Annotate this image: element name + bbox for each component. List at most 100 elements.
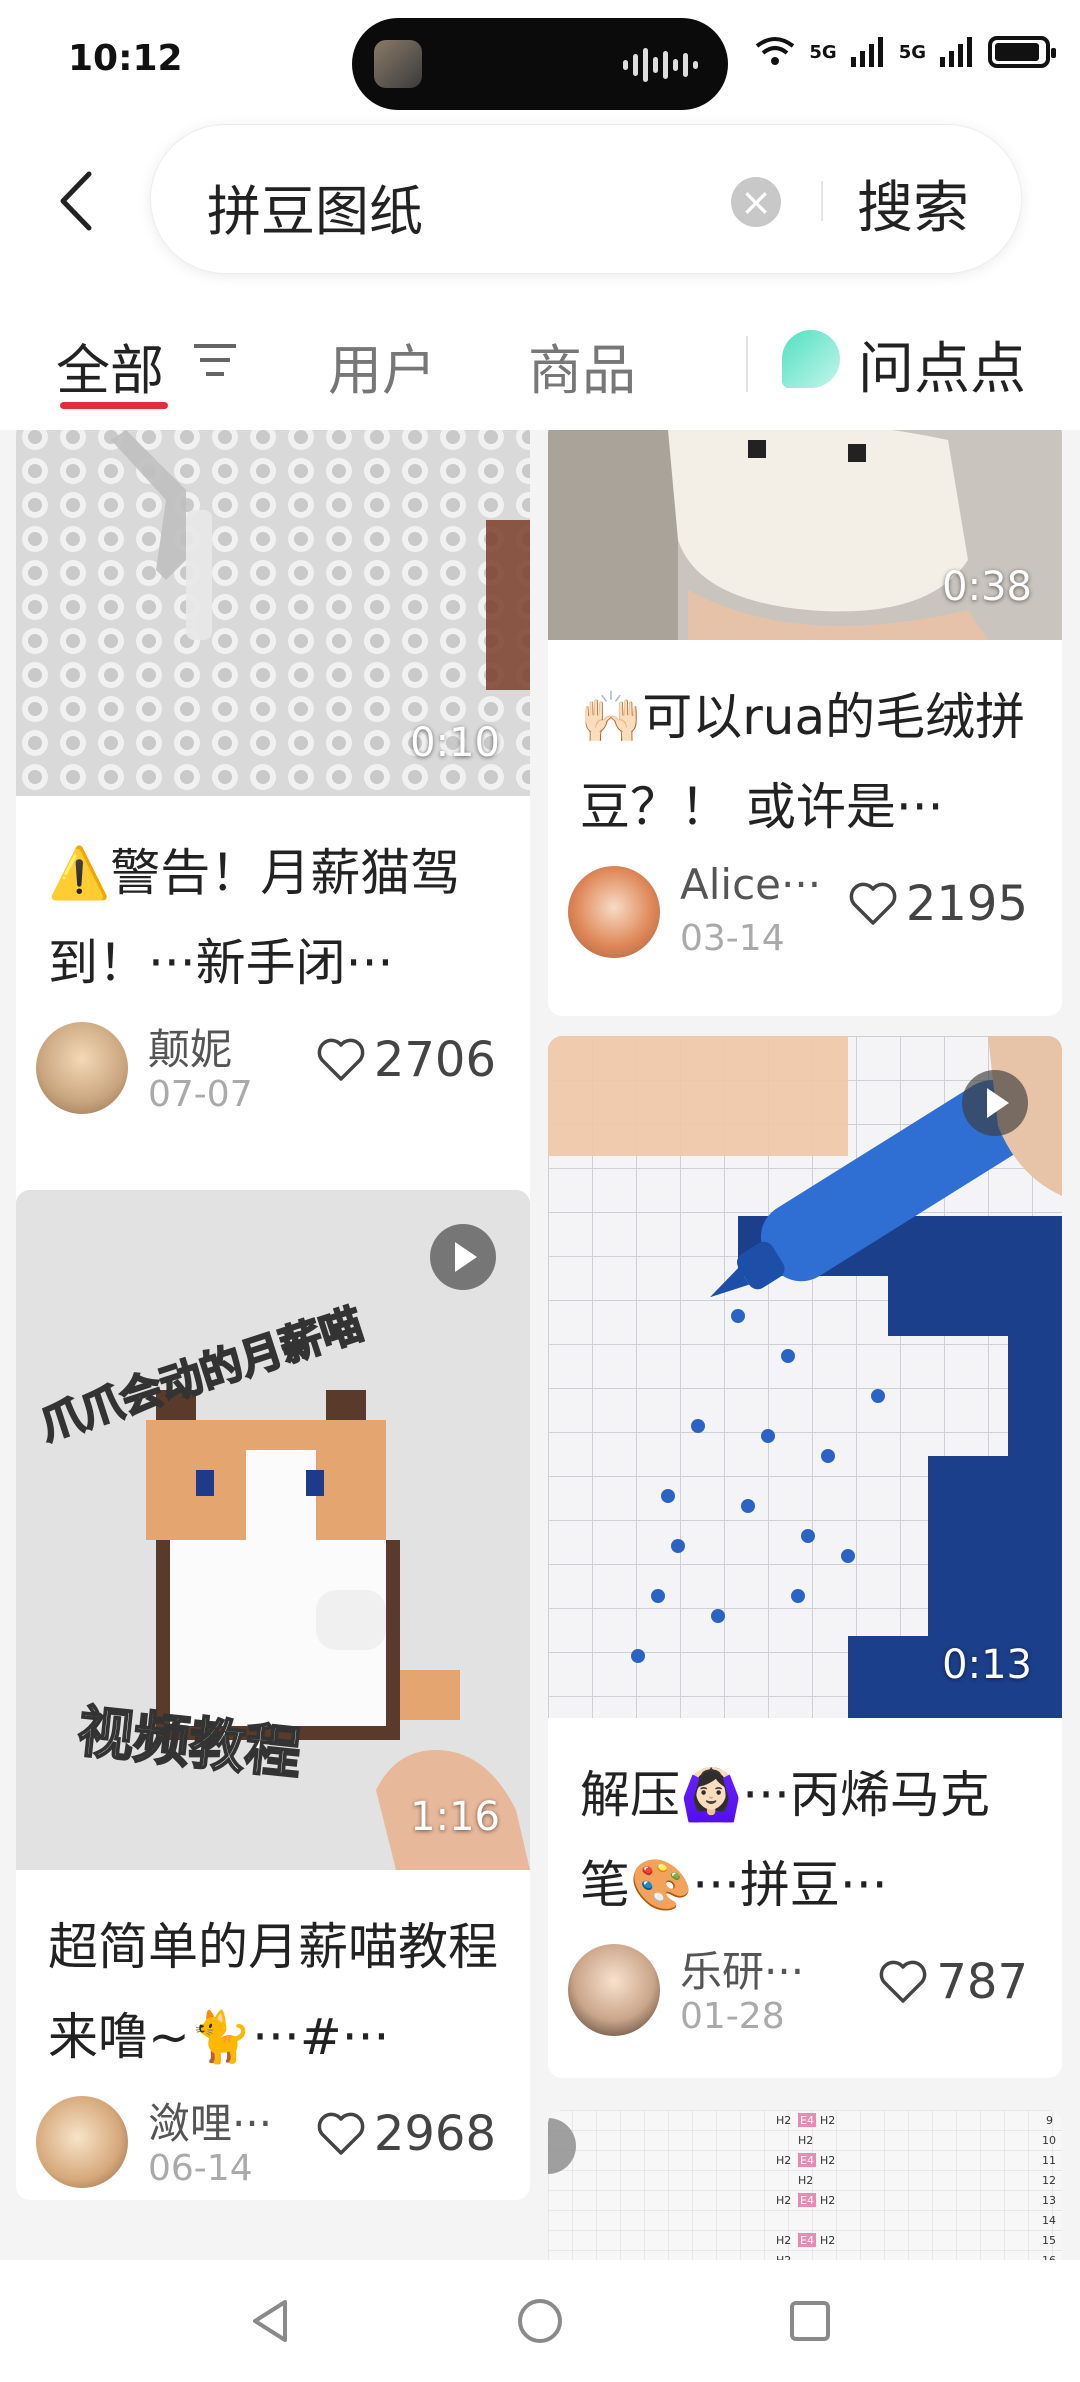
media-thumbnail [374,40,422,88]
play-icon[interactable] [962,1070,1028,1136]
bead-pattern-image: H2 E4 H2 H2 H2 E4 H2 H2 H2 E4 H2 H2 E4 H… [548,2110,1062,2260]
grid-cell: H2 [776,2154,791,2167]
card-meta: 颠妮 07-07 2706 [16,1002,530,1152]
post-date: 03-14 [680,918,785,959]
play-icon[interactable] [430,1224,496,1290]
heart-icon [317,2112,365,2155]
card-title[interactable]: ⚠️警告！月薪猫驾到！···新手闭··· [16,796,530,1002]
row-number: 15 [1042,2234,1056,2247]
video-duration: 0:13 [942,1642,1032,1688]
row-number: 11 [1042,2154,1056,2167]
grid-cell: E4 [800,2114,814,2127]
card-meta: 乐研··· 01-28 787 [548,1924,1062,2074]
grid-cell: E4 [800,2194,814,2207]
like-button[interactable]: 2706 [316,1032,496,1088]
like-count: 2706 [373,1032,496,1088]
video-duration: 0:38 [942,564,1032,610]
chevron-left-icon [60,171,92,231]
video-thumbnail[interactable]: 0:38 [548,430,1062,640]
status-time: 10:12 [68,38,183,79]
like-count: 2968 [373,2106,496,2162]
grid-cell: H2 [820,2154,835,2167]
avatar[interactable] [568,1944,660,2036]
grid-cell: H2 [776,2194,791,2207]
battery-icon [988,36,1056,68]
post-date: 06-14 [148,2148,253,2189]
result-card[interactable]: 爪爪会动的月薪喵 视频教程 1:16 超简单的月薪喵教程来噜~🐈···#··· … [16,1190,530,2200]
author-name[interactable]: 乐研··· [680,1938,804,1999]
signal-icon [850,37,883,67]
back-button[interactable] [52,166,100,236]
search-divider [821,181,823,221]
heart-icon [317,1038,365,1081]
card-title[interactable]: 超简单的月薪喵教程来噜~🐈···#··· [16,1870,530,2076]
grid-cell: H2 [820,2114,835,2127]
video-thumbnail[interactable]: 爪爪会动的月薪喵 视频教程 1:16 [16,1190,530,1870]
video-thumbnail[interactable]: 0:13 [548,1036,1062,1718]
like-button[interactable]: 2195 [848,876,1028,932]
back-triangle-icon[interactable] [245,2296,295,2346]
search-input[interactable]: 拼豆图纸 [207,167,423,246]
tab-all[interactable]: 全部 [56,326,164,405]
author-name[interactable]: 颠妮 [148,1016,232,1077]
post-date: 01-28 [680,1996,785,2037]
row-number: 9 [1046,2114,1053,2127]
pattern-thumbnail[interactable]: H2 E4 H2 H2 H2 E4 H2 H2 H2 E4 H2 H2 E4 H… [548,2110,1062,2260]
marker-grid-image [548,1036,1062,1718]
tab-users[interactable]: 用户 [328,326,436,405]
row-number: 12 [1042,2174,1056,2187]
author-name[interactable]: Alice··· [680,860,821,909]
grid-cell: H2 [798,2134,813,2147]
status-bar: 10:12 5G 5G [0,0,1080,120]
search-button[interactable]: 搜索 [857,163,969,244]
card-title[interactable]: 🙌🏻可以rua的毛绒拼豆？！ 或许是··· [548,640,1062,846]
signal-icon-2 [940,37,972,67]
like-button[interactable]: 787 [878,1954,1028,2010]
like-count: 2195 [905,876,1028,932]
status-icons: 5G 5G [755,36,1056,68]
tab-divider [746,336,748,392]
result-card[interactable]: 0:38 🙌🏻可以rua的毛绒拼豆？！ 或许是··· Alice··· 03-1… [548,430,1062,1016]
ai-assistant-icon[interactable] [782,330,840,388]
wifi-icon [756,37,795,65]
grid-cell: E4 [800,2234,814,2247]
row-number: 13 [1042,2194,1056,2207]
avatar[interactable] [568,866,660,958]
video-thumbnail[interactable]: 0:10 [16,430,530,796]
filter-icon[interactable] [192,340,238,380]
tab-products[interactable]: 商品 [528,326,636,405]
like-count: 787 [936,1954,1028,2010]
system-nav-bar [0,2260,1080,2382]
post-date: 07-07 [148,1074,253,1115]
card-meta: 潋哩··· 06-14 2968 [16,2076,530,2200]
recents-square-icon[interactable] [785,2296,835,2346]
card-title[interactable]: 解压🙆🏻‍♀️···丙烯马克笔🎨···拼豆··· [548,1718,1062,1924]
avatar[interactable] [36,1022,128,1114]
active-tab-indicator [60,402,168,409]
grid-cell: E4 [800,2154,814,2167]
video-duration: 1:16 [410,1794,500,1840]
pixel-cat-image: 爪爪会动的月薪喵 视频教程 [16,1190,530,1870]
grid-cell: H2 [798,2174,813,2187]
like-button[interactable]: 2968 [316,2106,496,2162]
dynamic-island[interactable] [352,18,728,110]
avatar[interactable] [36,2096,128,2188]
heart-icon [849,882,897,925]
result-card[interactable]: 0:13 解压🙆🏻‍♀️···丙烯马克笔🎨···拼豆··· 乐研··· 01-2… [548,1036,1062,2078]
grid-cell: H2 [776,2114,791,2127]
grid-cell: H2 [776,2234,791,2247]
result-card[interactable]: H2 E4 H2 H2 H2 E4 H2 H2 H2 E4 H2 H2 E4 H… [548,2110,1062,2260]
grid-cell: H2 [820,2234,835,2247]
heart-icon [880,1960,927,2003]
author-name[interactable]: 潋哩··· [148,2090,272,2151]
home-circle-icon[interactable] [515,2296,565,2346]
search-box[interactable]: 拼豆图纸 × 搜索 [150,124,1022,274]
filter-tabs: 全部 用户 商品 问点点 [0,290,1080,430]
network-label: 5G [809,41,837,63]
clear-icon[interactable]: × [731,177,781,227]
audio-wave-icon [623,48,698,82]
row-number: 14 [1042,2214,1056,2227]
ai-assistant-label[interactable]: 问点点 [858,324,1026,405]
video-duration: 0:10 [410,720,500,766]
row-number: 10 [1042,2134,1056,2147]
